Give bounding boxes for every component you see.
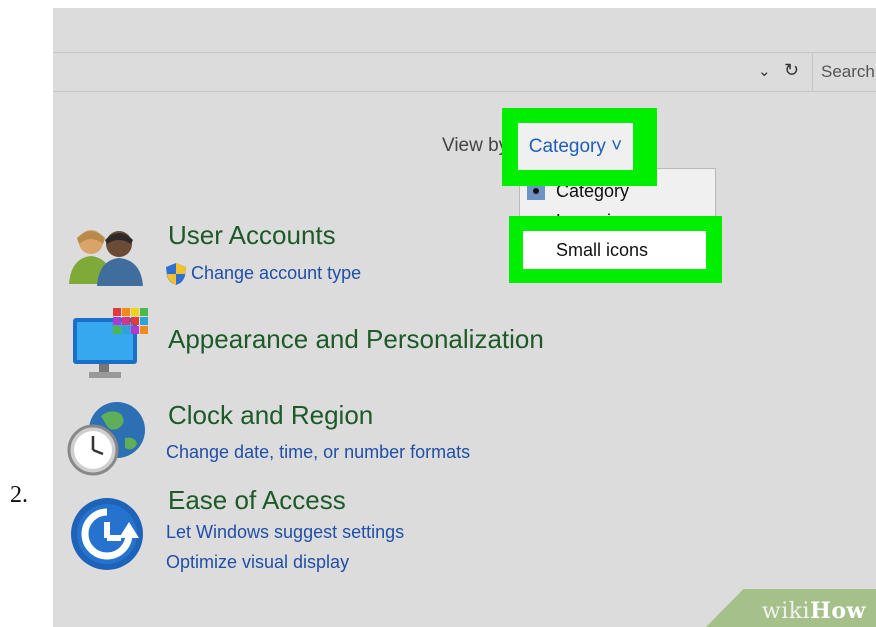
control-panel-window: ⌄ ↻ Search View by Category Large icons … bbox=[53, 8, 876, 627]
address-bar: ⌄ ↻ Search bbox=[53, 52, 876, 92]
category-title-user-accounts[interactable]: User Accounts bbox=[168, 220, 336, 251]
search-input[interactable]: Search bbox=[812, 53, 876, 91]
chevron-down-icon[interactable]: ⌄ bbox=[758, 62, 771, 80]
view-by-label: View by bbox=[442, 135, 509, 156]
category-title-clock-region[interactable]: Clock and Region bbox=[168, 400, 373, 431]
link-let-windows-suggest[interactable]: Let Windows suggest settings bbox=[166, 522, 404, 543]
step-number: 2. bbox=[10, 482, 28, 508]
appearance-icon bbox=[73, 308, 148, 378]
user-accounts-icon bbox=[69, 230, 143, 286]
link-change-account-type[interactable]: Change account type bbox=[191, 263, 361, 284]
category-title-appearance[interactable]: Appearance and Personalization bbox=[168, 324, 544, 355]
view-by-category-button[interactable]: Category ˅ bbox=[518, 123, 633, 170]
refresh-icon[interactable]: ↻ bbox=[784, 60, 799, 81]
uac-shield-icon bbox=[166, 263, 186, 285]
clock-region-icon bbox=[67, 402, 145, 476]
category-title-ease-of-access[interactable]: Ease of Access bbox=[168, 485, 346, 516]
ease-of-access-icon bbox=[71, 498, 143, 570]
link-change-date-time-formats[interactable]: Change date, time, or number formats bbox=[166, 442, 470, 463]
dropdown-item-small-icons[interactable]: Small icons bbox=[523, 231, 706, 269]
wikihow-logo: wikiHow bbox=[761, 598, 866, 624]
link-optimize-visual-display[interactable]: Optimize visual display bbox=[166, 552, 349, 573]
